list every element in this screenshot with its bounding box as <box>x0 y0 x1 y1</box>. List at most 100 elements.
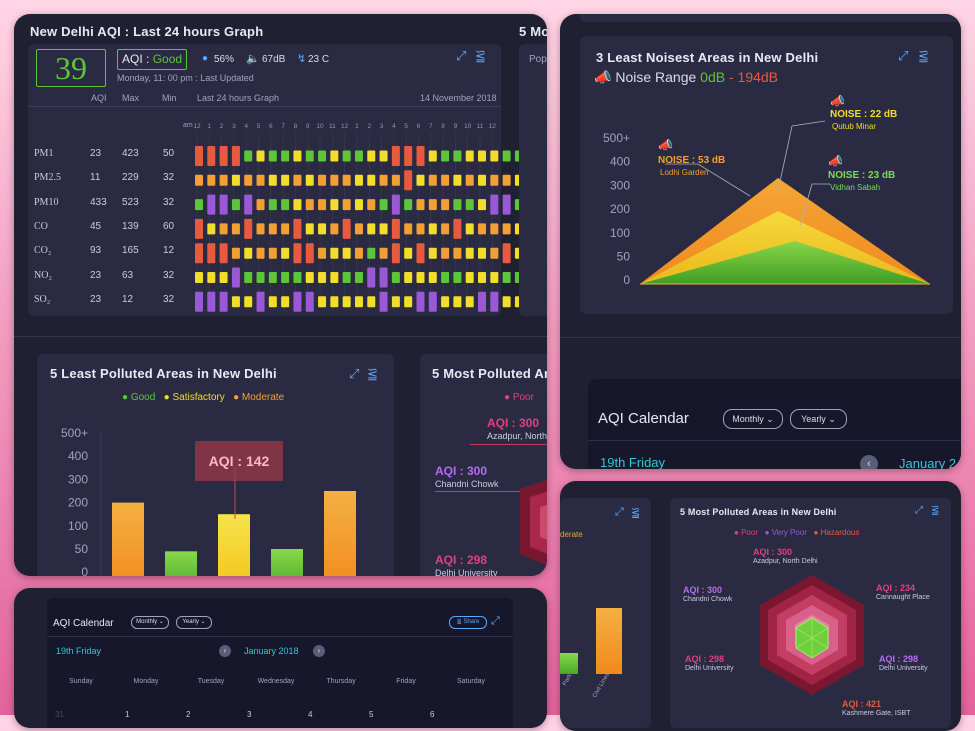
heat-cell <box>478 199 487 211</box>
heat-cell <box>502 223 511 235</box>
weekday-label: Sunday <box>69 678 93 685</box>
heat-cell <box>293 150 302 162</box>
bars <box>112 491 356 576</box>
weekday-label: Monday <box>133 678 159 685</box>
heat-cell <box>441 272 450 283</box>
card-divider <box>14 336 547 337</box>
heat-cell <box>256 291 265 312</box>
collapse-icon[interactable]: ⤢ <box>615 506 624 519</box>
heat-cell <box>281 247 290 259</box>
heat-cell <box>342 199 351 211</box>
heat-cell <box>453 218 462 239</box>
heat-cell <box>404 223 413 235</box>
heat-cell <box>441 247 450 259</box>
row-min: 50 <box>163 148 175 159</box>
heat-cell <box>428 291 437 312</box>
y-tick: 400 <box>68 449 88 463</box>
monthly-dropdown[interactable]: Monthly ⌄ <box>131 616 169 629</box>
heat-cell <box>219 174 228 186</box>
yearly-dropdown[interactable]: Yearly ⌄ <box>790 409 847 429</box>
radar-line <box>435 491 525 492</box>
heat-cell <box>244 218 253 239</box>
bar <box>218 514 250 576</box>
heat-cell <box>231 199 240 211</box>
heat-cell <box>367 223 376 235</box>
heat-cell <box>318 174 327 186</box>
heat-cell <box>465 174 474 186</box>
heat-cell <box>367 174 376 186</box>
share-icon[interactable]: ⪟ <box>631 506 640 519</box>
heat-cell <box>428 199 437 211</box>
noise-panel: 3 Least Noisest Areas in New Delhi ⤢ ⪟ 📣… <box>580 36 953 314</box>
chevron-down-icon: ⌄ <box>200 619 206 625</box>
heat-cell <box>231 174 240 186</box>
heat-cell <box>219 243 228 264</box>
heat-cell <box>207 291 216 312</box>
heat-cell <box>478 272 487 283</box>
heat-cell <box>441 296 450 308</box>
legend-poor: ● Poor <box>504 392 534 403</box>
megaphone-icon: 📣 <box>658 138 673 152</box>
y-tick: 500+ <box>603 131 630 145</box>
bar-green <box>560 653 578 674</box>
row-min: 32 <box>163 293 175 305</box>
heat-cell <box>219 291 228 312</box>
heat-cell <box>281 199 290 211</box>
megaphone-icon: 📣 <box>828 154 843 168</box>
radar-chart <box>760 575 864 695</box>
heat-cell <box>416 199 425 211</box>
radar-label-aqi: AQI : 298 <box>685 654 725 664</box>
heat-cell <box>342 218 351 239</box>
heat-cell <box>404 247 413 259</box>
heat-cell <box>404 199 413 211</box>
heat-cell <box>342 150 351 162</box>
noise-yticks: 500+ 400 300 200 100 50 0 <box>603 131 630 287</box>
heat-cell <box>391 174 400 186</box>
heat-cell <box>318 223 327 235</box>
heat-cell <box>354 150 363 162</box>
y-tick: 100 <box>68 519 88 533</box>
heat-cell <box>465 223 474 235</box>
heat-cell <box>268 199 277 211</box>
row-aqi: 23 <box>90 293 102 305</box>
heat-cell <box>367 296 376 308</box>
heat-cell <box>441 223 450 235</box>
row-min: 32 <box>163 172 175 184</box>
heat-cell <box>281 174 290 186</box>
monthly-dropdown[interactable]: Monthly ⌄ <box>723 409 783 429</box>
share-button[interactable]: ⪟ Share <box>449 616 487 629</box>
heat-cell <box>268 247 277 259</box>
prev-month-button[interactable]: ‹ <box>860 455 878 469</box>
heat-cell <box>207 243 216 264</box>
most-polluted-panel-cut: 5 Most Polluted Are ● Poor AQI : 300 Aza… <box>420 354 547 576</box>
radar-label-place: Cannaught Place <box>876 594 930 601</box>
chevron-down-icon: ⌄ <box>828 414 836 424</box>
heat-cell <box>281 150 290 162</box>
heat-cell <box>293 243 302 264</box>
least-polluted-bar-chart: 500+ 400 300 200 100 50 0 AQI : 142 <box>61 426 356 576</box>
bar <box>165 551 197 576</box>
heat-cell <box>416 223 425 235</box>
yearly-dropdown[interactable]: Yearly ⌄ <box>176 616 212 629</box>
calendar-divider <box>588 440 961 441</box>
collapse-icon[interactable]: ⤢ <box>491 615 500 628</box>
megaphone-icon: 📣 <box>830 94 845 108</box>
heat-cell <box>256 174 265 186</box>
heat-cell <box>391 194 400 215</box>
next-panel: Pop <box>519 44 547 316</box>
next-month-button[interactable]: › <box>313 645 325 657</box>
heat-cell <box>441 150 450 162</box>
y-tick: 500+ <box>61 426 88 440</box>
heat-cell <box>256 223 265 235</box>
heat-cell <box>244 194 253 215</box>
heat-cell <box>428 150 437 162</box>
heat-cell <box>404 170 413 191</box>
weekday-label: Saturday <box>456 678 486 685</box>
radar-label-aqi: AQI : 300 <box>683 585 723 595</box>
prev-month-button[interactable]: ‹ <box>219 645 231 657</box>
callout-noise: NOISE : 22 dB <box>830 109 898 120</box>
heat-cell <box>404 296 413 308</box>
heat-cell <box>342 296 351 308</box>
heat-cell <box>367 247 376 259</box>
row-min: 12 <box>163 245 175 257</box>
